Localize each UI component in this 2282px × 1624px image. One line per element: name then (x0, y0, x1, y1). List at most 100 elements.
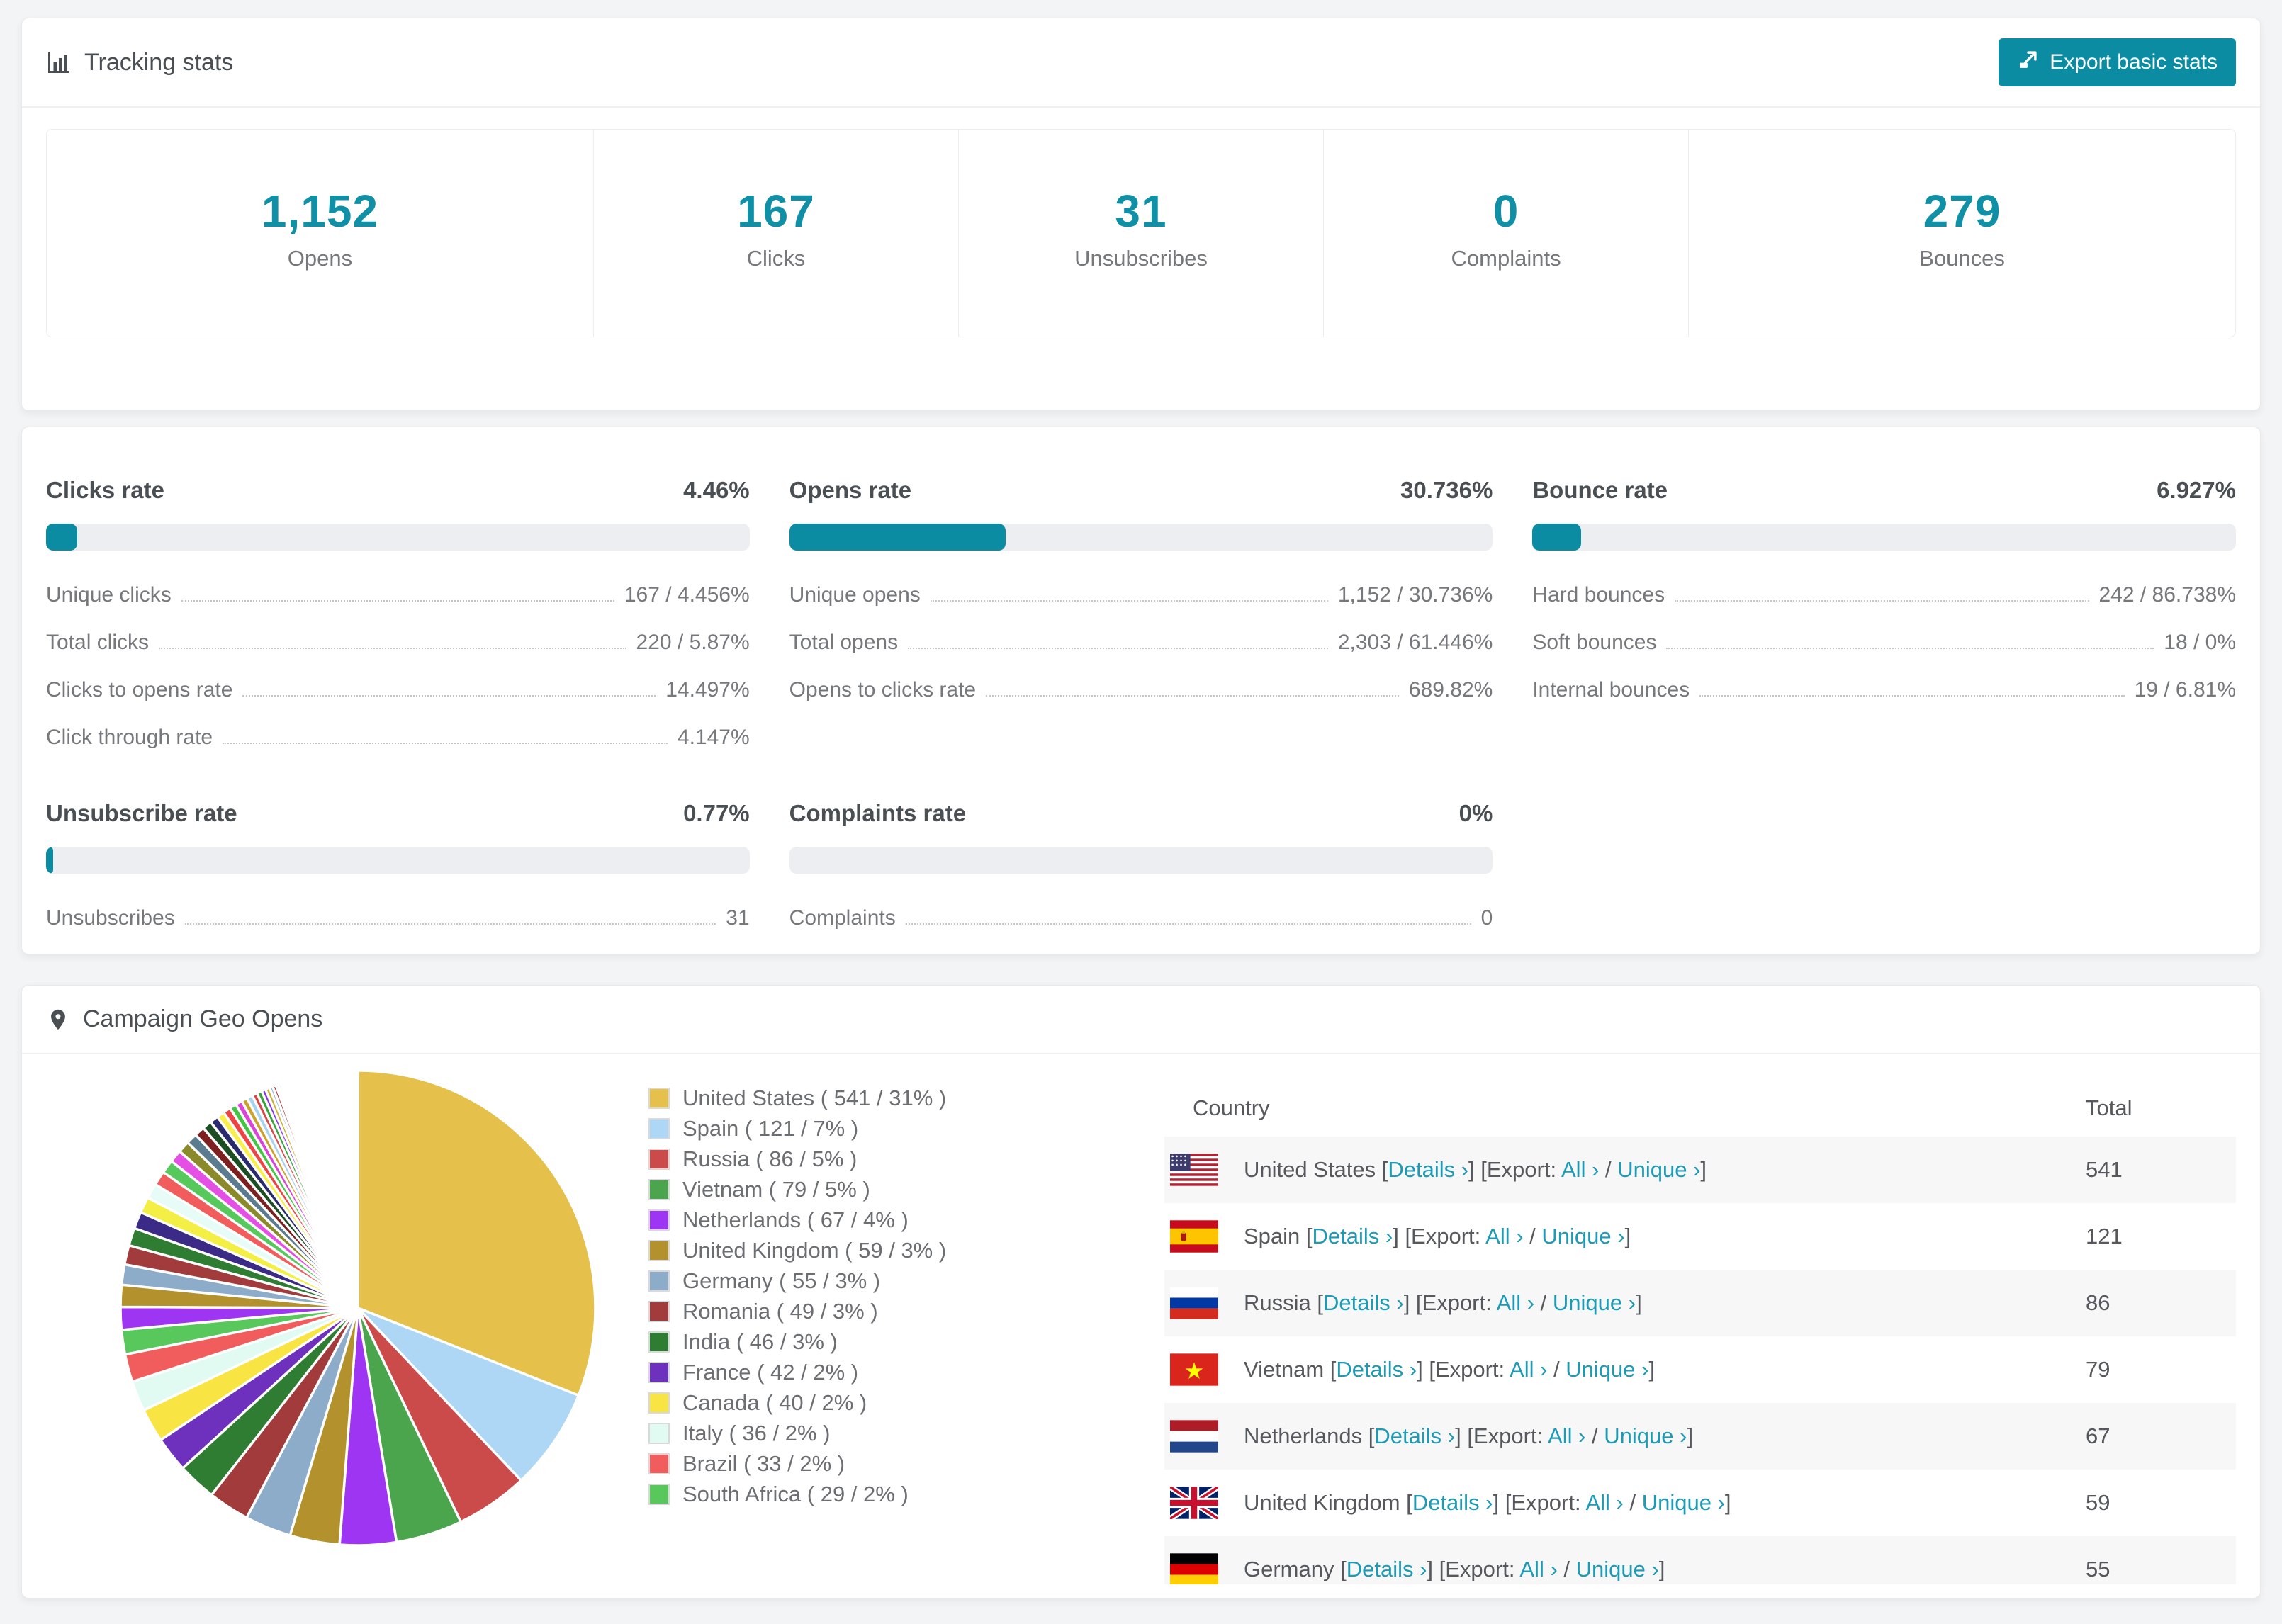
geo-table: Country Total United States [Details ›] … (1164, 1054, 2236, 1584)
legend-swatch (648, 1239, 670, 1261)
de-flag-icon (1170, 1553, 1218, 1584)
export-all-link-es[interactable]: All › (1485, 1224, 1523, 1248)
details-link-nl[interactable]: Details › (1374, 1423, 1455, 1448)
stat-line-label: Unsubscribes (46, 906, 175, 930)
bounce-rate-bar-fill (1532, 524, 1582, 551)
nl-flag-icon (1170, 1420, 1218, 1453)
stat-unsubscribes: 31 Unsubscribes (959, 130, 1325, 337)
legend-swatch (648, 1422, 670, 1444)
complaints-rate-title: Complaints rate (789, 800, 967, 826)
export-all-link-ru[interactable]: All › (1497, 1290, 1534, 1315)
es-flag-icon (1170, 1220, 1218, 1253)
geo-table-row-gb: United Kingdom [Details ›] [Export: All … (1164, 1470, 2236, 1536)
stat-line: Click through rate 4.147% (46, 726, 750, 750)
page: Tracking stats Export basic stats 1,152 … (0, 0, 2282, 1598)
country-cell: Netherlands [Details ›] [Export: All › /… (1244, 1423, 1694, 1448)
dotted-leader (905, 923, 1471, 925)
geo-table-header: Country Total (1164, 1080, 2236, 1137)
stat-clicks: 167 Clicks (594, 130, 959, 337)
stat-line-value: 19 / 6.81% (2134, 678, 2236, 701)
stat-opens: 1,152 Opens (47, 130, 594, 337)
legend-swatch (648, 1117, 670, 1139)
legend-label: Romania ( 49 / 3% ) (682, 1298, 878, 1324)
stat-line-value: 18 / 0% (2164, 631, 2236, 654)
legend-item: United Kingdom ( 59 / 3% ) (648, 1235, 982, 1265)
legend-label: Germany ( 55 / 3% ) (682, 1268, 881, 1293)
stat-line-value: 689.82% (1408, 678, 1493, 701)
stat-line: Total clicks 220 / 5.87% (46, 631, 750, 655)
export-all-link-nl[interactable]: All › (1548, 1423, 1585, 1448)
export-unique-link-gb[interactable]: Unique › (1642, 1490, 1725, 1515)
total-cell: 67 (2086, 1423, 2110, 1448)
stat-line: Unsubscribes 31 (46, 906, 750, 930)
legend-label: Italy ( 36 / 2% ) (682, 1420, 831, 1445)
export-unique-link-es[interactable]: Unique › (1541, 1224, 1624, 1248)
details-link-us[interactable]: Details › (1388, 1157, 1468, 1182)
legend-swatch (648, 1361, 670, 1383)
stat-line-value: 14.497% (665, 678, 750, 701)
export-basic-stats-button[interactable]: Export basic stats (1999, 38, 2236, 86)
total-cell: 86 (2086, 1290, 2110, 1315)
geo-title-wrap: Campaign Geo Opens (46, 1005, 322, 1033)
legend-swatch (648, 1331, 670, 1353)
export-unique-link-vn[interactable]: Unique › (1566, 1357, 1648, 1382)
details-link-es[interactable]: Details › (1313, 1224, 1393, 1248)
stat-bounces-value: 279 (1923, 186, 2001, 237)
export-unique-link-nl[interactable]: Unique › (1604, 1423, 1687, 1448)
stat-complaints-label: Complaints (1451, 246, 1561, 271)
stat-line: Clicks to opens rate 14.497% (46, 678, 750, 702)
export-all-link-de[interactable]: All › (1519, 1557, 1557, 1581)
us-flag-icon (1170, 1154, 1218, 1186)
export-unique-link-de[interactable]: Unique › (1576, 1557, 1659, 1581)
export-unique-link-us[interactable]: Unique › (1617, 1157, 1700, 1182)
column-header-country: Country (1193, 1095, 1270, 1120)
stat-line-label: Clicks to opens rate (46, 678, 233, 701)
stat-line: Hard bounces 242 / 86.738% (1532, 583, 2236, 607)
details-link-de[interactable]: Details › (1347, 1557, 1427, 1581)
pie-svg (119, 1069, 597, 1547)
legend-item: South Africa ( 29 / 2% ) (648, 1479, 982, 1509)
legend-item: Russia ( 86 / 5% ) (648, 1144, 982, 1174)
legend-label: Russia ( 86 / 5% ) (682, 1146, 858, 1171)
geo-table-row-vn: Vietnam [Details ›] [Export: All › / Uni… (1164, 1336, 2236, 1403)
export-unique-link-ru[interactable]: Unique › (1553, 1290, 1636, 1315)
legend-swatch (648, 1453, 670, 1474)
export-all-link-us[interactable]: All › (1561, 1157, 1599, 1182)
legend-swatch (648, 1483, 670, 1505)
export-button-label: Export basic stats (2050, 50, 2218, 74)
pie-legend: United States ( 541 / 31% ) Spain ( 121 /… (648, 1054, 982, 1584)
legend-swatch (648, 1178, 670, 1200)
dotted-leader (181, 600, 614, 602)
dotted-leader (1699, 695, 2125, 697)
tracking-stats-title: Tracking stats (46, 49, 233, 77)
stat-line-value: 220 / 5.87% (636, 631, 750, 654)
stat-clicks-label: Clicks (746, 246, 806, 271)
legend-item: India ( 46 / 3% ) (648, 1326, 982, 1357)
legend-item: Netherlands ( 67 / 4% ) (648, 1205, 982, 1235)
export-all-link-vn[interactable]: All › (1510, 1357, 1547, 1382)
unsubscribe-rate-rows: Unsubscribes 31 (46, 906, 750, 930)
complaints-rate-rows: Complaints 0 (789, 906, 1493, 930)
export-all-link-gb[interactable]: All › (1585, 1490, 1623, 1515)
legend-label: Vietnam ( 79 / 5% ) (682, 1176, 870, 1202)
bar-chart-icon (46, 50, 72, 75)
stat-line: Unique opens 1,152 / 30.736% (789, 583, 1493, 607)
tracking-stats-card: Tracking stats Export basic stats 1,152 … (21, 18, 2261, 411)
gb-flag-icon (1170, 1487, 1218, 1519)
dotted-leader (1666, 648, 2154, 649)
dotted-leader (986, 695, 1399, 697)
geo-table-row-nl: Netherlands [Details ›] [Export: All › /… (1164, 1403, 2236, 1470)
geo-table-row-de: Germany [Details ›] [Export: All › / Uni… (1164, 1536, 2236, 1584)
details-link-gb[interactable]: Details › (1412, 1490, 1493, 1515)
geo-pie-chart (46, 1054, 648, 1584)
details-link-ru[interactable]: Details › (1323, 1290, 1404, 1315)
stat-complaints: 0 Complaints (1324, 130, 1690, 337)
country-cell: Vietnam [Details ›] [Export: All › / Uni… (1244, 1357, 1656, 1382)
stat-line: Unique clicks 167 / 4.456% (46, 583, 750, 607)
total-cell: 121 (2086, 1224, 2123, 1248)
details-link-vn[interactable]: Details › (1336, 1357, 1417, 1382)
rates-card: Clicks rate 4.46% Unique clicks 167 / 4.4… (21, 427, 2261, 954)
legend-item: France ( 42 / 2% ) (648, 1357, 982, 1387)
legend-swatch (648, 1300, 670, 1322)
legend-label: United States ( 541 / 31% ) (682, 1085, 947, 1110)
